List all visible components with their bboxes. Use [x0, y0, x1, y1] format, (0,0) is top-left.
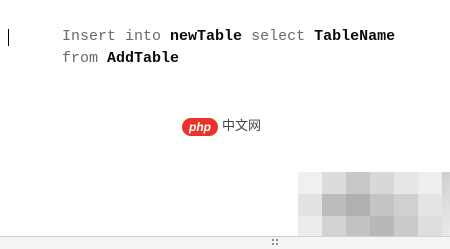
status-bar [0, 236, 450, 249]
text-caret [8, 29, 9, 46]
resize-grip-icon[interactable] [272, 239, 280, 247]
code-token: from [62, 50, 108, 67]
code-token-table-name: AddTable [107, 50, 180, 67]
code-line-2[interactable]: from AddTable [8, 26, 442, 67]
watermark-logo: php 中文网 [182, 116, 266, 138]
watermark-badge: php [182, 118, 218, 136]
blurred-region [298, 172, 450, 238]
watermark-text: 中文网 [222, 119, 262, 134]
sql-editor-window: Insert into newTable select TableName fr… [0, 0, 450, 249]
code-line-1[interactable]: Insert into newTable select TableName [8, 4, 442, 45]
